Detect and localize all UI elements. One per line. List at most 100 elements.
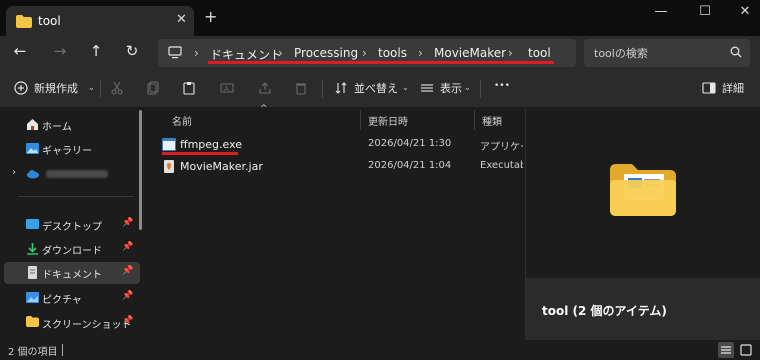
tab-title: tool: [38, 14, 61, 28]
share-icon[interactable]: [258, 81, 274, 97]
column-header-label: 更新日時: [368, 117, 408, 128]
paste-icon[interactable]: [182, 81, 198, 97]
sidebar-item-label: ホーム: [42, 122, 72, 133]
tab-close-icon[interactable]: ✕: [176, 12, 187, 27]
sort-icon: [334, 81, 350, 97]
divider: [322, 80, 323, 98]
computer-icon: [168, 46, 182, 62]
column-header-label: 名前: [172, 117, 192, 128]
sidebar-item-pictures[interactable]: ピクチャ 📌: [4, 287, 140, 309]
home-icon: [26, 118, 39, 131]
gallery-icon: [26, 142, 39, 155]
refresh-button[interactable]: ↻: [120, 42, 144, 62]
sidebar-item-home[interactable]: ホーム: [4, 114, 140, 136]
breadcrumb-processing[interactable]: Processing: [294, 46, 358, 60]
sidebar-item-label: デスクトップ: [42, 222, 102, 233]
search-box[interactable]: [584, 39, 750, 67]
chevron-down-icon[interactable]: ⌄: [88, 83, 95, 92]
sidebar-item-desktop[interactable]: デスクトップ 📌: [4, 214, 140, 236]
red-underline-annotation: [208, 61, 554, 64]
preview-area: [526, 108, 760, 278]
view-icon: [420, 81, 436, 97]
breadcrumb-moviemaker[interactable]: MovieMaker: [434, 46, 506, 60]
redacted-account-name: [46, 170, 108, 178]
red-underline-annotation: [162, 152, 238, 155]
download-icon: [26, 242, 39, 255]
pin-icon[interactable]: 📌: [122, 316, 133, 326]
more-options-button[interactable]: •••: [494, 81, 510, 91]
breadcrumb-tool[interactable]: tool: [528, 46, 551, 60]
table-row[interactable]: MovieMaker.jar 2026/04/21 1:04 Executabl…: [158, 156, 523, 178]
desktop-icon: [26, 218, 39, 231]
folder-icon: [26, 316, 39, 329]
jar-file-icon: [162, 160, 176, 173]
chevron-right-icon[interactable]: ›: [12, 167, 16, 178]
column-header-name[interactable]: 名前: [164, 108, 360, 132]
back-button[interactable]: ←: [8, 42, 32, 62]
breadcrumb-tools[interactable]: tools: [378, 46, 407, 60]
pin-icon[interactable]: 📌: [122, 266, 133, 276]
column-header-date[interactable]: 更新日時: [360, 108, 474, 132]
file-name: MovieMaker.jar: [180, 160, 263, 173]
sidebar-item-documents[interactable]: ドキュメント 📌: [4, 262, 140, 284]
details-pane: tool (2 個のアイテム): [525, 108, 760, 340]
view-button[interactable]: 表示: [440, 80, 462, 96]
pin-icon[interactable]: 📌: [122, 242, 133, 252]
new-button[interactable]: 新規作成: [34, 80, 78, 96]
details-view-icon[interactable]: [718, 342, 734, 358]
column-header-type[interactable]: 種類: [474, 108, 523, 132]
cut-icon[interactable]: [110, 81, 126, 97]
command-bar: 新規作成 ⌄ A 並べ替え ⌄ 表示 ⌄ ••• 詳細: [0, 70, 760, 108]
divider: [100, 80, 101, 98]
column-header-label: 種類: [482, 117, 502, 128]
sidebar-item-label: ドキュメント: [42, 270, 102, 281]
sidebar-item-onedrive[interactable]: ›: [4, 163, 140, 185]
up-button[interactable]: ↑: [84, 42, 108, 62]
tab-tool[interactable]: tool ✕: [6, 6, 194, 36]
sidebar-item-gallery[interactable]: ギャラリー: [4, 138, 140, 160]
search-input[interactable]: [594, 44, 724, 62]
cloud-icon: [26, 167, 39, 180]
preview-title: tool (2 個のアイテム): [542, 304, 667, 318]
breadcrumb-separator: ›: [278, 46, 283, 60]
maximize-button[interactable]: ☐: [690, 4, 720, 19]
pin-icon[interactable]: 📌: [122, 218, 133, 228]
large-folder-icon: [610, 164, 676, 219]
item-count: 2 個の項目: [8, 347, 58, 358]
details-button[interactable]: 詳細: [722, 80, 744, 96]
chevron-down-icon[interactable]: ⌄: [402, 83, 409, 92]
sort-button[interactable]: 並べ替え: [354, 80, 398, 96]
file-type: アプリケーション: [480, 142, 523, 153]
copy-icon[interactable]: [146, 81, 162, 97]
chevron-down-icon[interactable]: ⌄: [464, 83, 471, 92]
search-icon[interactable]: [730, 46, 742, 61]
large-icons-view-icon[interactable]: [738, 342, 754, 358]
breadcrumb-separator: ›: [362, 46, 367, 60]
pictures-icon: [26, 291, 39, 304]
breadcrumb-separator: ›: [194, 46, 199, 60]
file-name: ffmpeg.exe: [180, 138, 243, 151]
delete-icon[interactable]: [294, 81, 310, 97]
sidebar-item-downloads[interactable]: ダウンロード 📌: [4, 238, 140, 260]
exe-file-icon: [162, 138, 176, 151]
rename-icon[interactable]: A: [220, 81, 236, 97]
pin-icon[interactable]: 📌: [122, 291, 133, 301]
svg-text:A: A: [224, 85, 229, 93]
close-button[interactable]: ✕: [730, 4, 760, 19]
divider: [18, 196, 134, 197]
sidebar-item-label: ダウンロード: [42, 246, 102, 257]
status-bar: 2 個の項目: [0, 340, 760, 360]
new-icon: [14, 81, 30, 97]
minimize-button[interactable]: —: [646, 4, 676, 19]
sidebar-scrollbar[interactable]: [139, 110, 142, 230]
address-bar: ← → ↑ ↻ › ドキュメント › Processing › tools › …: [0, 36, 760, 70]
details-pane-icon: [702, 81, 718, 97]
breadcrumb-separator: ›: [508, 46, 513, 60]
forward-button[interactable]: →: [48, 42, 72, 62]
sidebar-item-screenshots[interactable]: スクリーンショット 📌: [4, 312, 140, 334]
preview-info: tool (2 個のアイテム): [526, 278, 760, 340]
navigation-pane: ホーム ギャラリー › デスクトップ 📌 ダウンロード 📌 ドキュメント 📌 ピ…: [0, 108, 148, 340]
breadcrumb-separator: ›: [418, 46, 423, 60]
sidebar-item-label: ピクチャ: [42, 295, 82, 306]
new-tab-button[interactable]: +: [204, 7, 217, 26]
